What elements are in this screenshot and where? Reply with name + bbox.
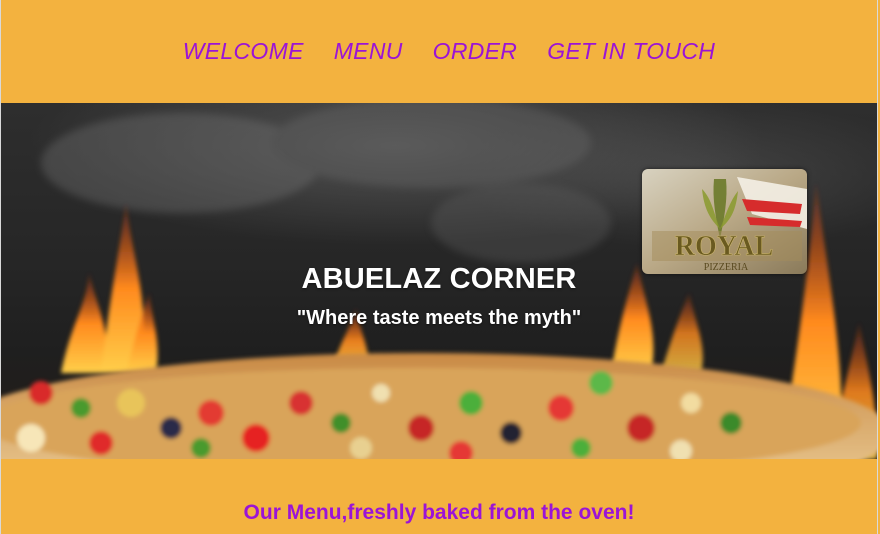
- nav-link-menu[interactable]: MENU: [334, 38, 403, 65]
- nav-link-order[interactable]: ORDER: [433, 38, 518, 65]
- restaurant-name: ABUELAZ CORNER: [301, 263, 577, 295]
- menu-heading: Our Menu,freshly baked from the oven!: [243, 501, 635, 524]
- nav-link-get-in-touch[interactable]: GET IN TOUCH: [547, 38, 715, 65]
- hero-banner: ROYAL PIZZERIA ABUELAZ CORNER "Where tas…: [1, 103, 877, 459]
- restaurant-tagline: "Where taste meets the myth": [296, 307, 582, 329]
- royal-pizzeria-logo: ROYAL PIZZERIA: [642, 169, 807, 274]
- top-navigation: WELCOME MENU ORDER GET IN TOUCH: [1, 0, 877, 103]
- nav-link-welcome[interactable]: WELCOME: [183, 38, 304, 65]
- logo-text: ROYAL: [675, 231, 774, 262]
- page: WELCOME MENU ORDER GET IN TOUCH ROYAL PI…: [0, 0, 878, 534]
- nav-list: WELCOME MENU ORDER GET IN TOUCH: [183, 38, 715, 65]
- menu-section: Our Menu,freshly baked from the oven!: [1, 459, 877, 534]
